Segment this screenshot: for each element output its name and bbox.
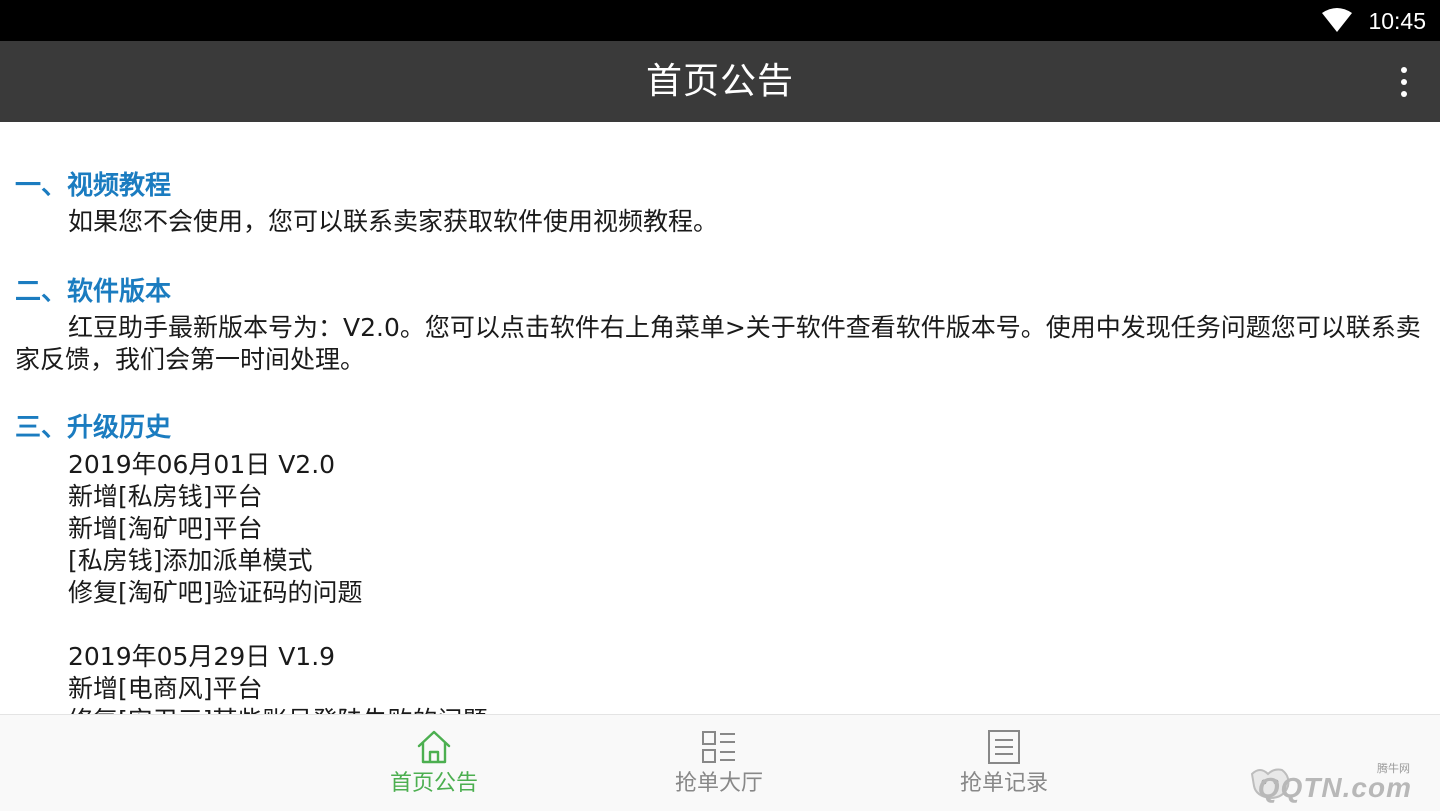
version-text: 红豆助手最新版本号为：V2.0。您可以点击软件右上角菜单>关于软件查看软件版本号…	[15, 313, 1421, 374]
page-title: 首页公告	[645, 61, 794, 102]
app-bar: 首页公告	[0, 41, 1440, 122]
history-entry-title: 2019年05月29日 V1.9	[68, 642, 336, 671]
announcement-content[interactable]: 一、视频教程 如果您不会使用，您可以联系卖家获取软件使用视频教程。 二、软件版本…	[0, 122, 1440, 714]
history-entry-line: 新增[私房钱]平台	[68, 482, 263, 511]
section-body-video: 如果您不会使用，您可以联系卖家获取软件使用视频教程。	[68, 207, 719, 236]
history-entry-line: [私房钱]添加派单模式	[68, 546, 313, 575]
nav-item-home[interactable]: 首页公告	[334, 715, 534, 811]
overflow-menu-icon[interactable]	[1392, 67, 1416, 99]
grid-list-icon	[702, 731, 735, 763]
nav-item-order-records[interactable]: 抢单记录	[904, 715, 1104, 811]
history-entry-line: 新增[电商风]平台	[68, 674, 263, 703]
wifi-icon	[1322, 8, 1352, 32]
nav-item-order-hall[interactable]: 抢单大厅	[619, 715, 819, 811]
section-heading-version: 二、软件版本	[15, 277, 172, 307]
history-entry-line: 修复[安卫三]某些账号登陆失败的问题	[68, 705, 488, 714]
home-icon	[417, 730, 451, 764]
section-body-version: 红豆助手最新版本号为：V2.0。您可以点击软件右上角菜单>关于软件查看软件版本号…	[15, 312, 1425, 376]
history-entry-line: 修复[淘矿吧]验证码的问题	[68, 578, 363, 607]
bottom-navigation: 首页公告 抢单大厅 抢单记录	[0, 714, 1440, 811]
nav-label-order-hall: 抢单大厅	[674, 771, 763, 796]
status-bar: 10:45	[0, 0, 1440, 41]
nav-label-home: 首页公告	[389, 771, 478, 796]
history-entry-title: 2019年06月01日 V2.0	[68, 450, 336, 479]
document-list-icon	[988, 730, 1020, 764]
section-heading-history: 三、升级历史	[15, 413, 172, 443]
section-heading-video: 一、视频教程	[15, 171, 172, 201]
watermark-text: QQTN.com	[1257, 772, 1412, 803]
history-entry-line: 新增[淘矿吧]平台	[68, 514, 263, 543]
site-watermark: 腾牛网 QQTN.com	[1228, 760, 1428, 806]
nav-label-order-records: 抢单记录	[959, 771, 1048, 796]
status-time: 10:45	[1368, 8, 1426, 34]
